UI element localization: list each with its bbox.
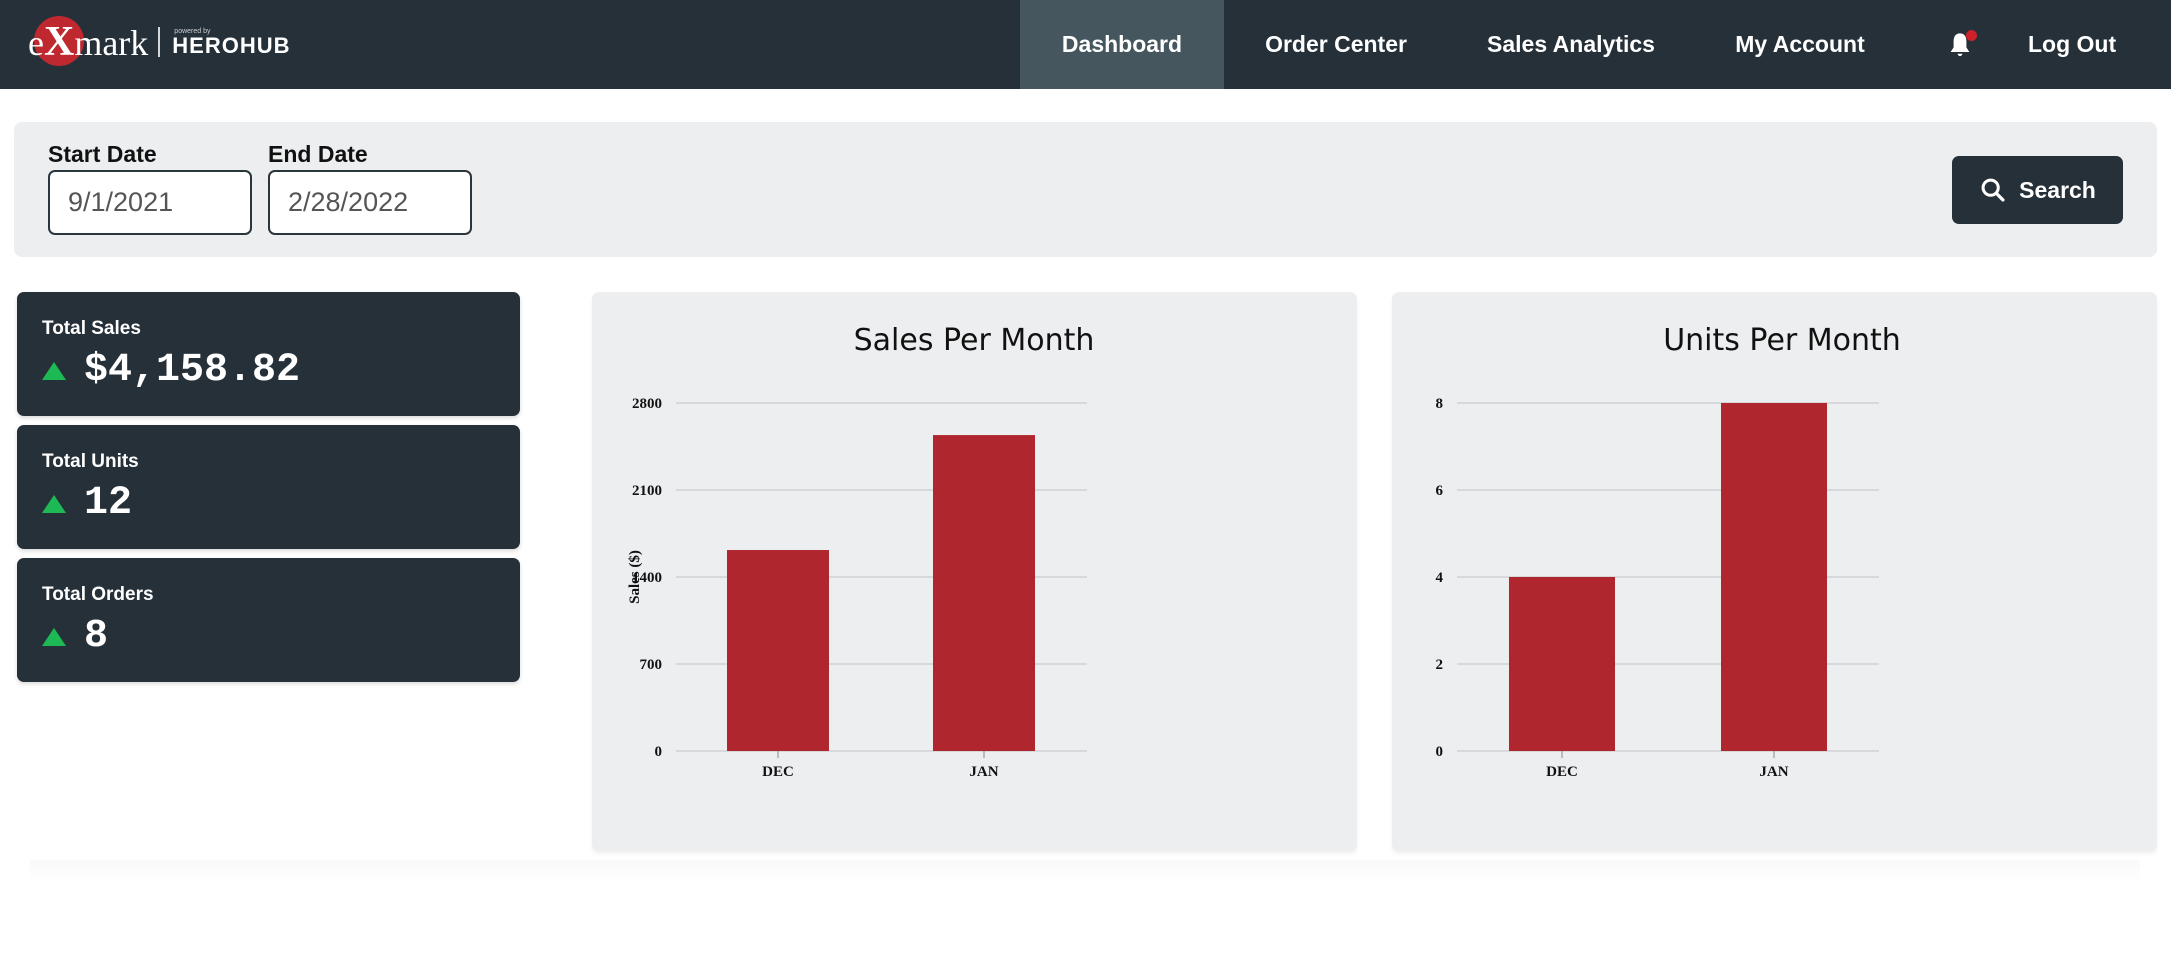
- end-date-input[interactable]: [268, 170, 472, 235]
- x-tick-label: JAN: [969, 764, 998, 780]
- units-per-month-card: Units Per Month 0 2 4 6 8 DEC JAN: [1392, 292, 2157, 851]
- trend-up-icon: [42, 362, 66, 380]
- y-tick-label: 4: [1436, 570, 1444, 586]
- start-date-input[interactable]: [48, 170, 252, 235]
- logo-mark: eXmark: [28, 16, 149, 66]
- trend-up-icon: [42, 628, 66, 646]
- y-tick-label: 2800: [632, 396, 662, 412]
- nav-sales-analytics[interactable]: Sales Analytics: [1448, 0, 1694, 89]
- nav-links: Dashboard Order Center Sales Analytics M…: [1020, 0, 2171, 89]
- notification-dot: [1966, 30, 1977, 41]
- stat-label: Total Orders: [42, 584, 154, 605]
- bar-dec: [727, 550, 829, 751]
- nav-order-center[interactable]: Order Center: [1224, 0, 1448, 89]
- chart-title: Sales Per Month: [854, 323, 1095, 358]
- x-tick-label: JAN: [1759, 764, 1788, 780]
- sales-per-month-chart: Sales Per Month0700140021002800Sales ($)…: [627, 323, 1095, 780]
- date-filter-panel: Start Date End Date Search: [14, 122, 2157, 257]
- bar-dec: [1509, 577, 1615, 751]
- chart-title: Units Per Month: [1663, 323, 1901, 358]
- top-navbar: eXmark powered by HEROHUB Dashboard Orde…: [0, 0, 2171, 89]
- y-tick-label: 700: [640, 657, 663, 673]
- stat-label: Total Sales: [42, 318, 141, 339]
- end-date-field: End Date: [268, 138, 472, 235]
- logo-divider: [158, 27, 161, 57]
- start-date-field: Start Date: [48, 138, 252, 235]
- nav-my-account[interactable]: My Account: [1694, 0, 1906, 89]
- herohub-text: HEROHUB: [172, 32, 291, 58]
- stat-label: Total Units: [42, 451, 139, 472]
- search-label: Search: [2019, 176, 2096, 203]
- stat-value: 12: [84, 481, 133, 526]
- y-tick-label: 2100: [632, 483, 662, 499]
- y-tick-label: 8: [1436, 396, 1444, 412]
- y-tick-label: 0: [1436, 744, 1444, 760]
- x-tick-label: DEC: [1546, 764, 1578, 780]
- total-units-card: Total Units 12: [17, 425, 520, 549]
- y-tick-label: 0: [655, 744, 663, 760]
- total-sales-card: Total Sales $4,158.82: [17, 292, 520, 416]
- y-axis-title: Sales ($): [627, 550, 643, 604]
- x-tick-label: DEC: [762, 764, 794, 780]
- bar-jan: [933, 435, 1035, 751]
- logo-text: eXmark: [28, 19, 149, 65]
- bar-jan: [1721, 403, 1827, 751]
- powered-by-herohub: powered by HEROHUB: [172, 28, 290, 57]
- end-date-label: End Date: [268, 141, 368, 167]
- notifications-button[interactable]: [1906, 0, 2014, 89]
- start-date-label: Start Date: [48, 141, 157, 167]
- search-icon: [1981, 178, 2005, 202]
- exmark-logo[interactable]: eXmark powered by HEROHUB: [28, 14, 291, 70]
- y-tick-label: 6: [1436, 483, 1444, 499]
- search-button[interactable]: Search: [1952, 156, 2123, 224]
- units-per-month-chart: Units Per Month 0 2 4 6 8 DEC JAN: [1436, 323, 1901, 780]
- page-bottom-shadow: [30, 860, 2140, 882]
- stat-value: $4,158.82: [84, 348, 301, 393]
- total-orders-card: Total Orders 8: [17, 558, 520, 682]
- sales-per-month-card: Sales Per Month 0 700 1400 2100 2800 Sales ($)…: [592, 292, 1357, 851]
- nav-dashboard[interactable]: Dashboard: [1020, 0, 1224, 89]
- y-tick-label: 2: [1436, 657, 1444, 673]
- nav-log-out[interactable]: Log Out: [2014, 0, 2171, 89]
- trend-up-icon: [42, 495, 66, 513]
- stat-value: 8: [84, 614, 109, 659]
